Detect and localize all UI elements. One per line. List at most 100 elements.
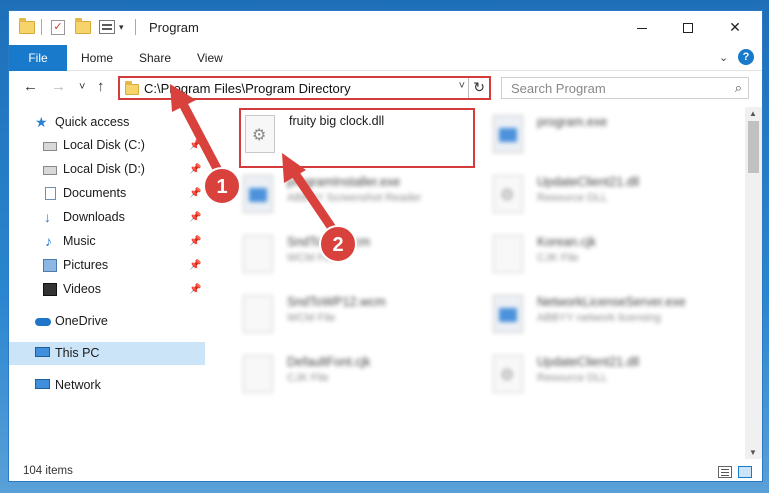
star-icon: ★ bbox=[35, 114, 48, 130]
help-icon[interactable]: ? bbox=[738, 49, 754, 65]
list-item-highlighted[interactable]: fruity big clock.dll bbox=[239, 108, 475, 168]
dll-gear-icon bbox=[493, 355, 523, 393]
file-name: Korean.cjk bbox=[537, 235, 597, 249]
window-title: Program bbox=[149, 20, 199, 35]
navigation-bar: ← → ˅ ↑ C:\Program Files\Program Directo… bbox=[9, 71, 762, 103]
pictures-icon bbox=[43, 259, 57, 272]
toolbar-divider bbox=[135, 19, 136, 35]
downloads-icon: ↓ bbox=[44, 209, 51, 225]
file-icon bbox=[493, 235, 523, 273]
exe-icon bbox=[493, 295, 523, 333]
minimize-button[interactable] bbox=[619, 11, 665, 43]
customize-toolbar-dropdown-icon[interactable]: ▾ bbox=[119, 22, 124, 33]
sidebar-item-label: Videos bbox=[63, 282, 101, 296]
close-button[interactable]: ✕ bbox=[712, 11, 758, 43]
sidebar-item-music[interactable]: ♪ Music 📌 bbox=[9, 230, 205, 253]
exe-icon bbox=[243, 175, 273, 213]
list-item[interactable]: SndToWP.wcm WCM File bbox=[231, 227, 481, 281]
title-bar: ✓ ▾ Program ✕ bbox=[9, 11, 762, 43]
list-item[interactable]: NetworkLicenseServer.exe ABBYY network l… bbox=[481, 287, 731, 341]
file-name: DefaultFont.cjk bbox=[287, 355, 371, 369]
rename-icon[interactable] bbox=[99, 20, 115, 34]
list-item[interactable]: UpdateClient21.dll Resource DLL bbox=[481, 167, 731, 221]
sidebar-item-this-pc[interactable]: This PC bbox=[9, 342, 205, 365]
tab-view[interactable]: View bbox=[197, 45, 223, 71]
file-type: CJK File bbox=[537, 252, 579, 264]
dll-gear-icon bbox=[493, 175, 523, 213]
address-bar[interactable]: C:\Program Files\Program Directory ˅ ↻ bbox=[118, 76, 491, 100]
sidebar-item-quick-access[interactable]: ★ Quick access bbox=[9, 111, 205, 134]
navigation-pane: ★ Quick access Local Disk (C:) 📌 Local D… bbox=[9, 107, 205, 459]
folder-icon[interactable] bbox=[19, 17, 35, 34]
new-folder-icon[interactable] bbox=[75, 17, 91, 34]
quick-access-toolbar bbox=[19, 17, 35, 36]
sidebar-item-pictures[interactable]: Pictures 📌 bbox=[9, 254, 205, 277]
music-icon: ♪ bbox=[45, 233, 52, 249]
sidebar-item-label: Pictures bbox=[63, 258, 109, 272]
list-item[interactable]: Korean.cjk CJK File bbox=[481, 227, 731, 281]
details-view-icon[interactable] bbox=[718, 466, 732, 478]
file-name: programInstaller.exe bbox=[287, 175, 401, 189]
file-name: SndToWP12.wcm bbox=[287, 295, 386, 309]
sidebar-item-documents[interactable]: Documents 📌 bbox=[9, 182, 205, 205]
file-type: ABBYY network licensing bbox=[537, 312, 661, 324]
sidebar-item-downloads[interactable]: ↓ Downloads 📌 bbox=[9, 206, 205, 229]
minimize-icon bbox=[637, 27, 647, 29]
expand-ribbon-icon[interactable]: ⌄ bbox=[719, 51, 728, 64]
pin-icon: 📌 bbox=[189, 260, 202, 271]
ribbon: File Home Share View ⌄ ? bbox=[9, 43, 762, 71]
scroll-up-icon[interactable]: ▲ bbox=[749, 109, 757, 118]
properties-check-icon[interactable]: ✓ bbox=[51, 19, 65, 35]
tab-share[interactable]: Share bbox=[139, 45, 171, 71]
sidebar-item-local-disk-c[interactable]: Local Disk (C:) 📌 bbox=[9, 134, 205, 157]
address-dropdown-icon[interactable]: ˅ bbox=[459, 80, 465, 92]
sidebar-item-label: OneDrive bbox=[55, 314, 108, 328]
sidebar-item-onedrive[interactable]: OneDrive bbox=[9, 310, 205, 333]
forward-button[interactable]: → bbox=[51, 78, 66, 96]
search-input[interactable] bbox=[502, 78, 722, 98]
list-item[interactable]: program.exe bbox=[481, 107, 731, 161]
file-type: CJK File bbox=[287, 372, 329, 384]
scrollbar-thumb[interactable] bbox=[748, 121, 759, 173]
list-item[interactable]: UpdateClient21.dll Resource DLL bbox=[481, 347, 731, 401]
network-icon bbox=[35, 379, 50, 389]
address-path[interactable]: C:\Program Files\Program Directory bbox=[144, 81, 351, 96]
sidebar-item-local-disk-d[interactable]: Local Disk (D:) 📌 bbox=[9, 158, 205, 181]
exe-icon bbox=[493, 115, 523, 153]
file-explorer-window: ✓ ▾ Program ✕ File Home Share View ⌄ ? ←… bbox=[8, 10, 763, 482]
refresh-icon[interactable]: ↻ bbox=[473, 79, 485, 96]
documents-icon bbox=[45, 187, 56, 200]
tab-home[interactable]: Home bbox=[81, 45, 113, 71]
recent-locations-button[interactable]: ˅ bbox=[79, 78, 85, 96]
file-icon bbox=[243, 355, 273, 393]
back-button[interactable]: ← bbox=[23, 78, 38, 96]
address-divider bbox=[468, 78, 469, 98]
maximize-button[interactable] bbox=[665, 11, 711, 43]
vertical-scrollbar[interactable]: ▲ ▼ bbox=[745, 107, 762, 459]
sidebar-item-label: Local Disk (D:) bbox=[63, 162, 145, 176]
sidebar-item-label: Documents bbox=[63, 186, 127, 200]
tab-file[interactable]: File bbox=[9, 45, 67, 71]
sidebar-item-videos[interactable]: Videos 📌 bbox=[9, 278, 205, 301]
sidebar-item-network[interactable]: Network bbox=[9, 374, 205, 397]
list-item[interactable]: DefaultFont.cjk CJK File bbox=[231, 347, 481, 401]
onedrive-icon bbox=[35, 318, 51, 326]
disk-icon bbox=[43, 142, 57, 151]
search-icon[interactable]: ⌕ bbox=[735, 80, 742, 96]
scroll-down-icon[interactable]: ▼ bbox=[749, 448, 757, 457]
search-box[interactable]: ⌕ bbox=[501, 77, 749, 99]
file-name: UpdateClient21.dll bbox=[537, 355, 640, 369]
list-item[interactable]: programInstaller.exe ABBYY Screenshot Re… bbox=[231, 167, 481, 221]
pin-icon: 📌 bbox=[189, 236, 202, 247]
dll-gear-icon bbox=[245, 115, 275, 153]
pin-icon: 📌 bbox=[189, 188, 202, 199]
up-button[interactable]: ↑ bbox=[97, 78, 105, 96]
file-name: NetworkLicenseServer.exe bbox=[537, 295, 686, 309]
large-icons-view-icon[interactable] bbox=[738, 466, 752, 478]
this-pc-icon bbox=[35, 347, 50, 357]
file-type: WCM File bbox=[287, 252, 336, 264]
sidebar-item-label: Network bbox=[55, 378, 101, 392]
pin-icon: 📌 bbox=[189, 212, 202, 223]
status-bar: 104 items bbox=[9, 461, 762, 481]
list-item[interactable]: SndToWP12.wcm WCM File bbox=[231, 287, 481, 341]
